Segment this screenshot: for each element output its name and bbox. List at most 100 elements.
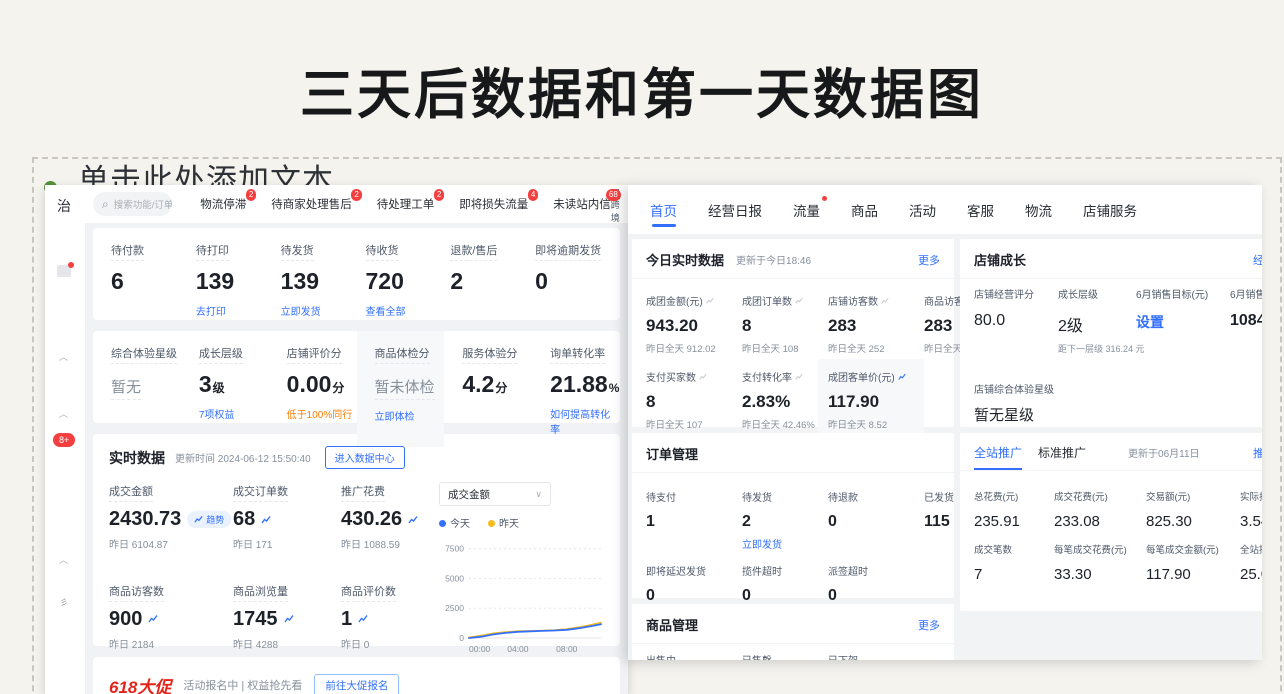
improve-conversion-link[interactable]: 如何提高转化率: [550, 406, 620, 436]
promotion-metric: 实际投产比 3.54: [1240, 477, 1262, 530]
metric-prev: 昨日 171: [233, 536, 341, 551]
more-link[interactable]: 更多: [918, 617, 940, 633]
tab-logistics[interactable]: 物流: [1025, 185, 1052, 234]
growth-metrics: 店铺经营评分 80.0 成长层级 2级 距下一层级 316.24 元 6月销售目…: [960, 279, 1262, 355]
metric-label: 成交订单数: [233, 483, 288, 502]
ship-now-link[interactable]: 立即发货: [281, 303, 366, 318]
tab-daily-report[interactable]: 经营日报: [708, 185, 762, 234]
metric-value: 0: [646, 587, 742, 605]
growth-metric: 成长层级 2级 距下一层级 316.24 元: [1058, 285, 1136, 355]
topnav-unread-messages[interactable]: 未读站内信68: [553, 196, 611, 212]
metric-value: 1084.47: [1230, 312, 1262, 330]
realtime-body: 成交金额 2430.73 趋势 昨日 6104.87 成交订单数 68: [109, 482, 604, 661]
ship-now-link[interactable]: 立即发货: [742, 536, 828, 551]
topnav-logistics-stalled[interactable]: 物流停滞2: [200, 196, 246, 212]
sidebar-partial-label: 治: [57, 196, 71, 216]
sidebar-count-badge: 8+: [53, 433, 75, 447]
banner-desc: 活动报名中 | 权益抢先看: [183, 677, 302, 693]
notification-dot: [68, 262, 74, 268]
tab-shop-services[interactable]: 店铺服务: [1083, 185, 1137, 234]
metric-value: 117.90: [1146, 566, 1240, 583]
mini-chart-icon[interactable]: [795, 297, 803, 305]
mini-chart-icon[interactable]: [881, 297, 889, 305]
today-metric: 店铺访客数 283 昨日全天 252: [828, 283, 924, 359]
section-title: 实时数据: [109, 448, 165, 468]
set-target-link[interactable]: 设置: [1136, 312, 1230, 332]
right-body: 今日实时数据 更新于今日18:46 更多 成团金额(元) 943.20 昨日全天…: [628, 234, 1262, 660]
metric-value: 233.08: [1054, 513, 1146, 530]
chart-legend: 今天 昨天: [439, 515, 604, 530]
search-input[interactable]: ⌕ 搜索功能/订单/课程/规则/帮助/服务: [93, 192, 172, 216]
metric-select-dropdown[interactable]: 成交金额∨: [439, 482, 551, 506]
tab-service[interactable]: 客服: [967, 185, 994, 234]
metric-label: 商品体检分: [375, 345, 430, 364]
topnav-losing-traffic[interactable]: 即将损失流量4: [459, 196, 528, 212]
metric-value: 0: [828, 587, 924, 605]
card-header: 订单管理: [632, 433, 954, 473]
realtime-header: 实时数据 更新时间 2024-06-12 15:50:40 进入数据中心: [109, 446, 604, 469]
tab-products[interactable]: 商品: [851, 185, 878, 234]
mini-chart-icon[interactable]: [284, 614, 294, 624]
realtime-chart-panel: 成交金额∨ 今天 昨天 025005000750000:0004:0008:00: [439, 482, 604, 661]
product-label: 已售罄: [742, 652, 828, 660]
data-center-button[interactable]: 进入数据中心: [325, 446, 405, 469]
mini-chart-icon[interactable]: [699, 373, 707, 381]
metric-value: 25.01%: [1240, 566, 1262, 583]
check-now-link[interactable]: 立即体检: [375, 408, 445, 423]
trend-badge[interactable]: 趋势: [187, 511, 231, 528]
mini-chart-icon[interactable]: [261, 515, 271, 525]
mini-chart-icon[interactable]: [408, 515, 418, 525]
order-metric: 待支付 1: [646, 477, 742, 551]
orders-row1: 待支付 1 待发货 2 立即发货 待退款 0 已: [632, 473, 954, 615]
operation-guide-link[interactable]: 经营指导: [1253, 252, 1262, 268]
tab-activities[interactable]: 活动: [909, 185, 936, 234]
score-metric: 综合体验星级 暂无: [93, 331, 181, 447]
tab-home[interactable]: 首页: [650, 185, 677, 234]
mini-chart-icon[interactable]: [706, 297, 714, 305]
metric-value: 2级: [1058, 312, 1136, 336]
chevron-up-icon[interactable]: ︿: [59, 553, 68, 566]
metric-value: 8: [646, 392, 738, 412]
tab-traffic[interactable]: 流量: [793, 185, 820, 234]
metric-value: 33.30: [1054, 566, 1146, 583]
product-label: 已下架: [828, 652, 940, 660]
mini-chart-icon[interactable]: [358, 614, 368, 624]
view-all-link[interactable]: 查看全部: [366, 303, 451, 318]
promotion-metric: 交易额(元) 825.30: [1146, 477, 1240, 530]
metric-prev: 昨日全天 42.46%: [742, 417, 824, 431]
legend-yesterday[interactable]: 昨天: [488, 515, 519, 530]
realtime-metric: 商品浏览量 1745 昨日 4288: [233, 582, 341, 662]
legend-today[interactable]: 今天: [439, 515, 470, 530]
sidebar-partial-glyph: 彡: [60, 597, 68, 608]
tab-standard-promotion[interactable]: 标准推广: [1038, 444, 1086, 470]
section-title: 今日实时数据: [646, 250, 724, 269]
shop-growth-card: 店铺成长 经营指导 店铺经营评分 80.0 成长层级 2级 距下一层级 316.…: [960, 239, 1262, 427]
mini-chart-icon[interactable]: [795, 373, 803, 381]
mini-chart-icon[interactable]: [898, 373, 906, 381]
topnav-pending-aftersale[interactable]: 待商家处理售后2: [271, 196, 352, 212]
metric-value: 暂无: [111, 376, 141, 400]
topnav-pending-workorder[interactable]: 待处理工单2: [377, 196, 435, 212]
chevron-up-icon[interactable]: ︿: [59, 350, 68, 363]
svg-text:7500: 7500: [445, 544, 464, 554]
mini-chart-icon[interactable]: [148, 614, 158, 624]
metric-label: 商品浏览量: [233, 583, 288, 602]
order-metric: 待发货 2 立即发货: [742, 477, 828, 551]
tab-sitewide-promotion[interactable]: 全站推广: [974, 444, 1022, 470]
benefits-link[interactable]: 7项权益: [199, 406, 269, 421]
chevron-up-icon[interactable]: ︿: [59, 407, 68, 420]
banner-button[interactable]: 前往大促报名: [314, 674, 399, 694]
count-badge: 2: [246, 189, 256, 201]
sidebar-manage-icon[interactable]: [57, 265, 71, 277]
star-rating-block: 店铺综合体验星级 暂无星级: [960, 355, 1262, 425]
todo-metric: 待发货 139 立即发货: [281, 241, 366, 318]
go-print-link[interactable]: 去打印: [196, 303, 281, 318]
metric-value: 139: [196, 268, 281, 295]
metric-value: 943.20: [646, 316, 738, 336]
metric-label: 推广花费: [341, 483, 385, 502]
more-link[interactable]: 更多: [918, 252, 940, 268]
section-title: 店铺成长: [974, 250, 1026, 269]
growth-metric: 6月销售额(元) 1084.47: [1230, 285, 1262, 355]
promotion-overview-link[interactable]: 推广概况: [1253, 445, 1262, 470]
promo-618-banner: 618大促 活动报名中 | 权益抢先看 前往大促报名: [93, 657, 620, 694]
